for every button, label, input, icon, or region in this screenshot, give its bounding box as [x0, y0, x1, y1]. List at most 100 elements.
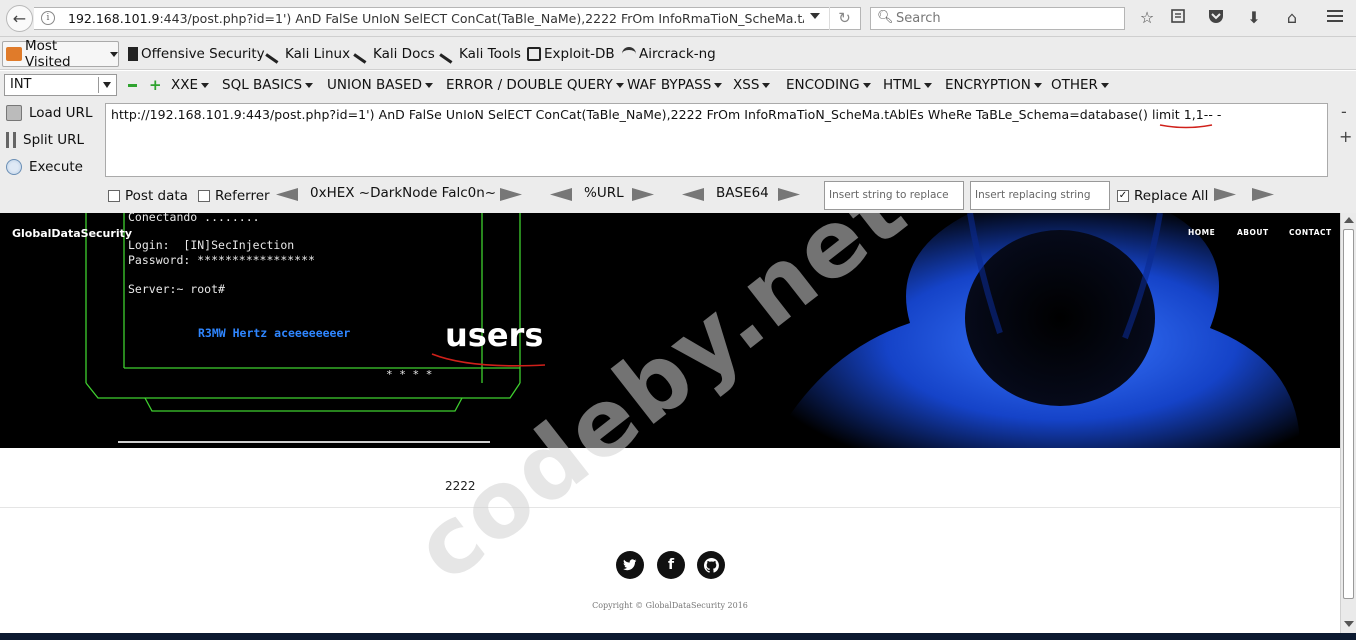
- divider: [0, 507, 1340, 508]
- replacing-string-input[interactable]: Insert replacing string: [970, 181, 1110, 210]
- site-info-icon[interactable]: i: [41, 11, 55, 25]
- navigation-toolbar: ← i 192.168.101.9:443/post.php?id=1') An…: [0, 0, 1356, 37]
- kali-dragon-icon: [353, 44, 373, 64]
- hackbar-url-textarea[interactable]: http://192.168.101.9:443/post.php?id=1')…: [105, 103, 1328, 177]
- bookmark-label: Offensive Security: [141, 46, 265, 62]
- chevron-down-icon: [1100, 82, 1109, 88]
- github-icon[interactable]: [697, 551, 725, 579]
- nav-about-link[interactable]: ABOUT: [1237, 228, 1269, 237]
- hackbar-panel: Load URL Split URL Execute http://192.16…: [0, 100, 1356, 213]
- plus-icon[interactable]: +: [1339, 127, 1352, 146]
- nav-contact-link[interactable]: CONTACT: [1289, 228, 1332, 237]
- scrollbar-thumb[interactable]: [1343, 229, 1354, 599]
- load-url-button[interactable]: Load URL: [6, 105, 92, 121]
- nav-home-link[interactable]: HOME: [1188, 228, 1215, 237]
- referrer-checkbox[interactable]: Referrer: [198, 188, 270, 204]
- split-url-button[interactable]: Split URL: [6, 132, 84, 148]
- search-box[interactable]: 🔍︎ Search: [870, 7, 1125, 30]
- bookmark-label: Aircrack-ng: [639, 46, 716, 62]
- injection-type-select[interactable]: INT: [4, 74, 117, 96]
- menu-xss[interactable]: XSS: [733, 77, 771, 93]
- facebook-icon[interactable]: f: [657, 551, 685, 579]
- bookmark-kali-linux[interactable]: Kali Linux: [265, 44, 351, 64]
- base64-encode-arrow-icon[interactable]: [682, 188, 704, 201]
- menu-encoding[interactable]: ENCODING: [786, 77, 871, 93]
- bookmark-kali-tools[interactable]: Kali Tools: [439, 44, 521, 64]
- chevron-down-icon: [862, 82, 871, 88]
- minus-icon[interactable]: -: [1341, 102, 1347, 121]
- site-logo-text[interactable]: GlobalDataSecurity: [12, 227, 132, 240]
- menu-icon[interactable]: [1325, 8, 1345, 28]
- bookmark-exploit-db[interactable]: Exploit-DB: [527, 46, 615, 62]
- menu-label: WAF BYPASS: [627, 77, 712, 93]
- execute-button[interactable]: Execute: [6, 159, 83, 175]
- address-bar-text[interactable]: 192.168.101.9:443/post.php?id=1') AnD Fa…: [68, 11, 804, 26]
- checkbox-box[interactable]: [198, 190, 210, 202]
- menu-label: XXE: [171, 77, 199, 93]
- twitter-icon[interactable]: [616, 551, 644, 579]
- replace-all-checkbox[interactable]: ✓ Replace All: [1117, 188, 1208, 204]
- terminal-login-line: Login: [IN]SecInjection: [128, 238, 294, 252]
- replace-all-arrow-icon[interactable]: [1252, 188, 1274, 201]
- bookmark-aircrack-ng[interactable]: Aircrack-ng: [622, 46, 716, 62]
- menu-encryption[interactable]: ENCRYPTION: [945, 77, 1042, 93]
- replace-string-input[interactable]: Insert string to replace: [824, 181, 964, 210]
- bookmark-label: Kali Linux: [285, 46, 351, 62]
- split-url-label: Split URL: [23, 132, 85, 148]
- hex-encode-arrow-icon[interactable]: [276, 188, 298, 201]
- kali-dragon-icon: [265, 44, 285, 64]
- reload-icon[interactable]: ↻: [829, 7, 859, 30]
- home-icon[interactable]: ⌂: [1282, 8, 1302, 28]
- chevron-down-icon: [1033, 82, 1042, 88]
- menu-other[interactable]: OTHER: [1051, 77, 1109, 93]
- menu-label: UNION BASED: [327, 77, 422, 93]
- increase-icon[interactable]: +: [149, 78, 162, 93]
- menu-error-double-query[interactable]: ERROR / DOUBLE QUERY: [446, 77, 624, 93]
- scroll-down-arrow-icon[interactable]: [1344, 621, 1354, 627]
- exploit-db-icon: [527, 47, 541, 61]
- history-dropdown-icon[interactable]: [810, 13, 820, 19]
- web-page: Conectando ........ Login: [IN]SecInject…: [0, 213, 1340, 633]
- scroll-up-arrow-icon[interactable]: [1344, 217, 1354, 223]
- menu-label: HTML: [883, 77, 921, 93]
- os-taskbar: [0, 633, 1356, 640]
- menu-html[interactable]: HTML: [883, 77, 932, 93]
- url-encoding-label: %URL: [584, 185, 624, 201]
- star-bookmark-icon[interactable]: ☆: [1137, 8, 1157, 28]
- hex-decode-arrow-icon[interactable]: [500, 188, 522, 201]
- terminal-server-prompt: Server:~ root#: [128, 282, 225, 296]
- bookmark-offensive-security[interactable]: Offensive Security: [128, 46, 265, 62]
- url-encode-arrow-icon[interactable]: [550, 188, 572, 201]
- hero-injected-text: users: [445, 316, 544, 354]
- menu-xxe[interactable]: XXE: [171, 77, 210, 93]
- checkbox-box[interactable]: [108, 190, 120, 202]
- menu-waf-bypass[interactable]: WAF BYPASS: [627, 77, 723, 93]
- pocket-icon[interactable]: [1206, 8, 1226, 28]
- aircrack-icon: [622, 47, 636, 61]
- load-url-label: Load URL: [29, 105, 93, 121]
- menu-label: ENCODING: [786, 77, 860, 93]
- chevron-down-icon: [714, 82, 723, 88]
- back-button[interactable]: ←: [6, 5, 33, 32]
- menu-union-based[interactable]: UNION BASED: [327, 77, 433, 93]
- library-icon[interactable]: [1168, 8, 1188, 28]
- menu-label: SQL BASICS: [222, 77, 303, 93]
- replace-arrow-icon[interactable]: [1214, 188, 1236, 201]
- checkbox-checked-icon[interactable]: ✓: [1117, 190, 1129, 202]
- address-bar[interactable]: i 192.168.101.9:443/post.php?id=1') AnD …: [34, 7, 861, 30]
- download-icon[interactable]: ⬇: [1244, 8, 1264, 28]
- menu-label: XSS: [733, 77, 760, 93]
- menu-sql-basics[interactable]: SQL BASICS: [222, 77, 314, 93]
- bookmark-kali-docs[interactable]: Kali Docs: [353, 44, 435, 64]
- replace-placeholder: Insert string to replace: [829, 189, 949, 201]
- page-scrollbar[interactable]: [1340, 213, 1356, 633]
- url-decode-arrow-icon[interactable]: [632, 188, 654, 201]
- most-visited-button[interactable]: Most Visited: [2, 38, 119, 70]
- base64-decode-arrow-icon[interactable]: [778, 188, 800, 201]
- decrease-icon[interactable]: [128, 84, 137, 87]
- folder-icon: [6, 47, 22, 61]
- red-underline-annotation: [431, 353, 546, 367]
- post-data-checkbox[interactable]: Post data: [108, 188, 188, 204]
- menu-label: ERROR / DOUBLE QUERY: [446, 77, 613, 93]
- base64-label: BASE64: [716, 185, 769, 201]
